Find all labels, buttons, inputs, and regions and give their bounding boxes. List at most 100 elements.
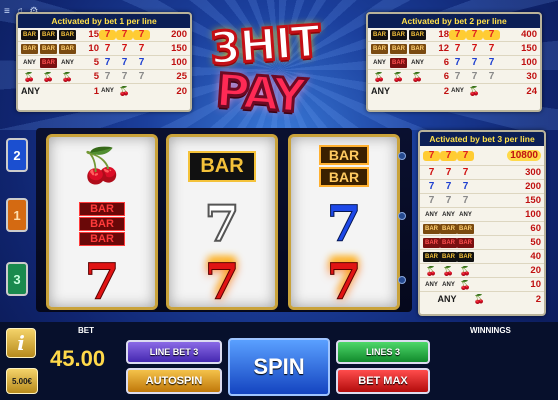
white-seven-icon: 7 bbox=[488, 70, 495, 82]
paytable-row: BAR BAR BAR 15 777 200 bbox=[18, 28, 190, 42]
white-seven-icon: 7 bbox=[138, 70, 145, 82]
reel-symbol: BAR BAR bbox=[291, 137, 397, 195]
paytable-row: BAR BAR BAR 40 bbox=[420, 250, 544, 264]
white-seven-icon: 7 bbox=[471, 70, 478, 82]
double-bar-icon: BAR bbox=[440, 223, 457, 234]
fire-seven-icon: 7 bbox=[204, 252, 240, 311]
blue-seven-icon: 7 bbox=[445, 180, 452, 192]
double-bar-icon: BAR bbox=[409, 43, 426, 54]
any-bar-icon: ANY bbox=[425, 281, 438, 288]
double-bar-icon: BAR bbox=[423, 223, 440, 234]
info-button[interactable]: i bbox=[6, 328, 36, 358]
payout-value: 20 bbox=[530, 265, 541, 276]
any-label: ANY bbox=[437, 294, 457, 304]
paytable-row: ANY 1 ANY 🍒 20 bbox=[18, 84, 190, 98]
bar-symbol-icon: BAR bbox=[21, 29, 38, 40]
single-bar-icon: BAR bbox=[188, 150, 256, 182]
reel-2: BAR 7 7 bbox=[166, 134, 278, 310]
paytable-row: BAR BAR BAR 18 777 400 bbox=[368, 28, 540, 42]
paytable-row: ANY ANY ANY 100 bbox=[420, 208, 544, 222]
blue-seven-icon: 7 bbox=[428, 180, 435, 192]
reel-symbol: 🍒 bbox=[49, 137, 155, 195]
triple-bar-icon: BAR bbox=[423, 237, 440, 248]
double-bar-icon: BAR bbox=[390, 43, 407, 54]
payout-value: 200 bbox=[525, 181, 541, 192]
red-seven-icon: 7 bbox=[454, 42, 461, 54]
payout-right: 25 bbox=[176, 71, 187, 82]
blue-seven-icon: 7 bbox=[471, 56, 478, 68]
cherry-icon: 🍒 bbox=[373, 71, 386, 82]
reel-3: BAR BAR 7 7 bbox=[288, 134, 400, 310]
cherry-icon: 🍒 bbox=[61, 71, 74, 82]
double-bar-icon: BAR bbox=[371, 43, 388, 54]
fire-seven-icon: 7 bbox=[133, 29, 150, 40]
white-seven-icon: 7 bbox=[204, 194, 241, 253]
reel-symbol: 7 bbox=[169, 195, 275, 253]
autospin-button[interactable]: AUTOSPIN bbox=[126, 368, 222, 394]
paytable-row: BAR BAR BAR 50 bbox=[420, 236, 544, 250]
payout-value: 300 bbox=[525, 167, 541, 178]
double-bar-icon: BAR bbox=[59, 43, 76, 54]
fire-seven-icon: 7 bbox=[466, 29, 483, 40]
blue-seven-icon: 7 bbox=[454, 56, 461, 68]
triple-bar-icon: BAR bbox=[457, 237, 474, 248]
fire-seven-icon: 7 bbox=[440, 150, 457, 161]
blue-seven-icon: 7 bbox=[488, 56, 495, 68]
paytable-row: 777 10800 bbox=[420, 146, 544, 166]
paytable-row: ANY ANY 🍒 10 bbox=[420, 278, 544, 292]
payout-mid: 10 bbox=[88, 43, 99, 54]
cherry-icon: 🍒 bbox=[392, 71, 405, 82]
single-bar-icon: BAR bbox=[423, 251, 440, 262]
reel-1: 🍒 BAR BAR BAR 7 bbox=[46, 134, 158, 310]
paytable-row: 7 7 7 300 bbox=[420, 166, 544, 180]
payout-right: 150 bbox=[521, 43, 537, 54]
cherry-icon: 🍒 bbox=[118, 86, 131, 96]
lines-button[interactable]: LINES 3 bbox=[336, 340, 430, 364]
game-logo: 3HIT PAY bbox=[186, 14, 366, 125]
double-bar-icon: BAR bbox=[457, 223, 474, 234]
cherry-icon: 🍒 bbox=[411, 71, 424, 82]
bet-label: BET bbox=[78, 326, 94, 335]
red-seven-icon: 7 bbox=[84, 252, 120, 311]
spin-button[interactable]: SPIN bbox=[228, 338, 330, 396]
payout-value: 100 bbox=[525, 209, 541, 220]
payout-value: 40 bbox=[530, 251, 541, 262]
any-bar-icon: ANY bbox=[61, 59, 74, 66]
paytable-bet3-title: Activated by bet 3 per line bbox=[420, 132, 544, 146]
bar-symbol-icon: BAR bbox=[409, 29, 426, 40]
fire-seven-icon: 7 bbox=[483, 29, 500, 40]
cherry-icon: 🍒 bbox=[459, 279, 472, 290]
cherry-icon: 🍒 bbox=[42, 71, 55, 82]
blue-seven-icon: 7 bbox=[462, 180, 469, 192]
fire-seven-icon: 7 bbox=[457, 150, 474, 161]
line-marker-dot bbox=[398, 152, 406, 160]
bet-max-button[interactable]: BET MAX bbox=[336, 368, 430, 394]
any-seven-icon: ANY bbox=[101, 88, 114, 94]
paytable-row: ANY 2 ANY 🍒 24 bbox=[368, 84, 540, 98]
any-label: ANY bbox=[21, 86, 41, 96]
single-bar-icon: BAR bbox=[457, 251, 474, 262]
reel-symbol: 7 bbox=[291, 253, 397, 311]
payout-value: 60 bbox=[530, 223, 541, 234]
any-bar-icon: ANY bbox=[373, 59, 386, 66]
fire-seven-icon: 7 bbox=[116, 29, 133, 40]
payout-mid: 5 bbox=[93, 57, 99, 68]
line-indicator-3[interactable]: 3 bbox=[6, 262, 28, 296]
paytable-row: 7 7 7 150 bbox=[420, 194, 544, 208]
cherry-icon: 🍒 bbox=[473, 294, 486, 304]
reel-symbol: BAR BAR BAR bbox=[49, 195, 155, 253]
payout-mid: 6 bbox=[443, 71, 449, 82]
red-seven-icon: 7 bbox=[104, 42, 111, 54]
red-seven-icon: 7 bbox=[488, 42, 495, 54]
coin-value-button[interactable]: 5.00€ bbox=[6, 368, 38, 394]
line-bet-button[interactable]: LINE BET 3 bbox=[126, 340, 222, 364]
white-seven-icon: 7 bbox=[462, 194, 469, 206]
line-indicator-2[interactable]: 2 bbox=[6, 138, 28, 172]
double-bar-icon: BAR bbox=[40, 43, 57, 54]
payout-right: 24 bbox=[526, 85, 537, 97]
menu-icon[interactable]: ≡ bbox=[4, 6, 10, 17]
line-indicator-1[interactable]: 1 bbox=[6, 198, 28, 232]
bar-symbol-icon: BAR bbox=[390, 29, 407, 40]
paytable-row: BAR BAR BAR 12 777 150 bbox=[368, 42, 540, 56]
cherry-icon: 🍒 bbox=[468, 86, 481, 96]
